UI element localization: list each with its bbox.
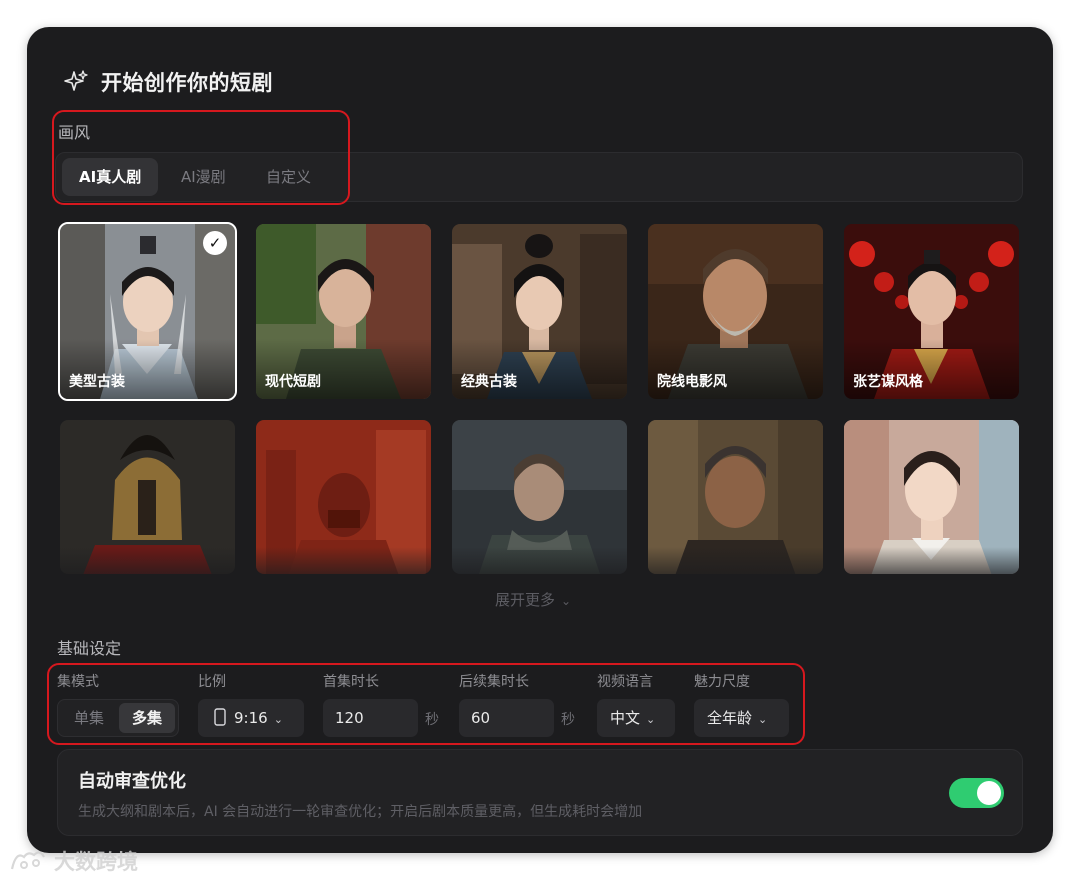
chevron-down-icon: ⌄ xyxy=(646,713,656,726)
chevron-down-icon: ⌄ xyxy=(273,713,283,726)
style-tile-beauty-costume[interactable]: ✓ 美型古装 xyxy=(58,222,237,401)
rating-value: 全年龄 xyxy=(707,709,753,727)
tab-ai-comic[interactable]: AI漫剧 xyxy=(164,158,243,196)
ratio-select[interactable]: 9:16 ⌄ xyxy=(198,699,304,737)
style-tile-classic-costume[interactable]: 经典古装 xyxy=(452,224,627,399)
next-duration-unit: 秒 xyxy=(561,712,575,728)
panel-header: 开始创作你的短剧 xyxy=(63,67,273,97)
watermark-text: 大数跨境 xyxy=(54,850,138,874)
auto-review-description: 生成大纲和剧本后，AI 会自动进行一轮审查优化；开启后剧本质量更高，但生成耗时会… xyxy=(78,804,643,820)
tab-custom[interactable]: 自定义 xyxy=(249,158,328,196)
chevron-down-icon: ⌄ xyxy=(561,594,572,608)
chevron-down-icon: ⌄ xyxy=(758,713,768,726)
ratio-value: 9:16 xyxy=(234,709,268,727)
expand-more-button[interactable]: 展开更多 ⌄ xyxy=(495,589,571,610)
sparkle-icon xyxy=(64,70,88,91)
phone-portrait-icon xyxy=(214,708,226,726)
watermark: 大数跨境 xyxy=(8,846,138,876)
next-duration-label: 后续集时长 xyxy=(459,674,529,690)
episode-mode-multi[interactable]: 多集 xyxy=(119,703,175,733)
style-tile-modern-short[interactable]: 现代短剧 xyxy=(256,224,431,399)
style-tab-bar: AI真人剧 AI漫剧 自定义 xyxy=(55,152,1023,202)
style-tile-zhang-yimou[interactable]: 张艺谋风格 xyxy=(844,224,1019,399)
rating-select[interactable]: 全年龄 ⌄ xyxy=(694,699,789,737)
next-duration-input[interactable]: 60 xyxy=(459,699,554,737)
style-caption: 经典古装 xyxy=(461,374,517,390)
tab-ai-live-action[interactable]: AI真人剧 xyxy=(62,158,159,196)
style-caption: 院线电影风 xyxy=(657,374,727,390)
style-caption: 美型古装 xyxy=(69,374,125,390)
first-duration-label: 首集时长 xyxy=(323,674,379,690)
watermark-logo-icon xyxy=(10,851,45,870)
basic-settings-label: 基础设定 xyxy=(57,639,122,658)
auto-review-card: 自动审查优化 生成大纲和剧本后，AI 会自动进行一轮审查优化；开启后剧本质量更高… xyxy=(57,749,1023,836)
expand-more-label: 展开更多 xyxy=(495,591,556,609)
toggle-knob xyxy=(977,781,1001,805)
page-title: 开始创作你的短剧 xyxy=(101,71,273,95)
ratio-label: 比例 xyxy=(198,674,226,690)
first-duration-input[interactable]: 120 xyxy=(323,699,418,737)
auto-review-title: 自动审查优化 xyxy=(78,771,186,792)
episode-mode-label: 集模式 xyxy=(57,674,99,690)
language-label: 视频语言 xyxy=(597,674,653,690)
first-duration-unit: 秒 xyxy=(425,712,439,728)
language-value: 中文 xyxy=(610,709,641,727)
language-select[interactable]: 中文 ⌄ xyxy=(597,699,675,737)
auto-review-toggle[interactable] xyxy=(949,778,1004,808)
style-tile-cinema[interactable]: 院线电影风 xyxy=(648,224,823,399)
episode-mode-segment: 单集 多集 xyxy=(57,699,179,737)
create-drama-panel: 开始创作你的短剧 画风 AI真人剧 AI漫剧 自定义 ✓ 美型古装 现代短剧 经… xyxy=(27,27,1053,853)
style-section-label: 画风 xyxy=(58,123,91,142)
rating-label: 魅力尺度 xyxy=(694,674,750,690)
style-caption: 张艺谋风格 xyxy=(853,374,923,390)
episode-mode-single[interactable]: 单集 xyxy=(61,703,117,733)
style-caption: 现代短剧 xyxy=(265,374,321,390)
check-icon: ✓ xyxy=(203,231,227,255)
